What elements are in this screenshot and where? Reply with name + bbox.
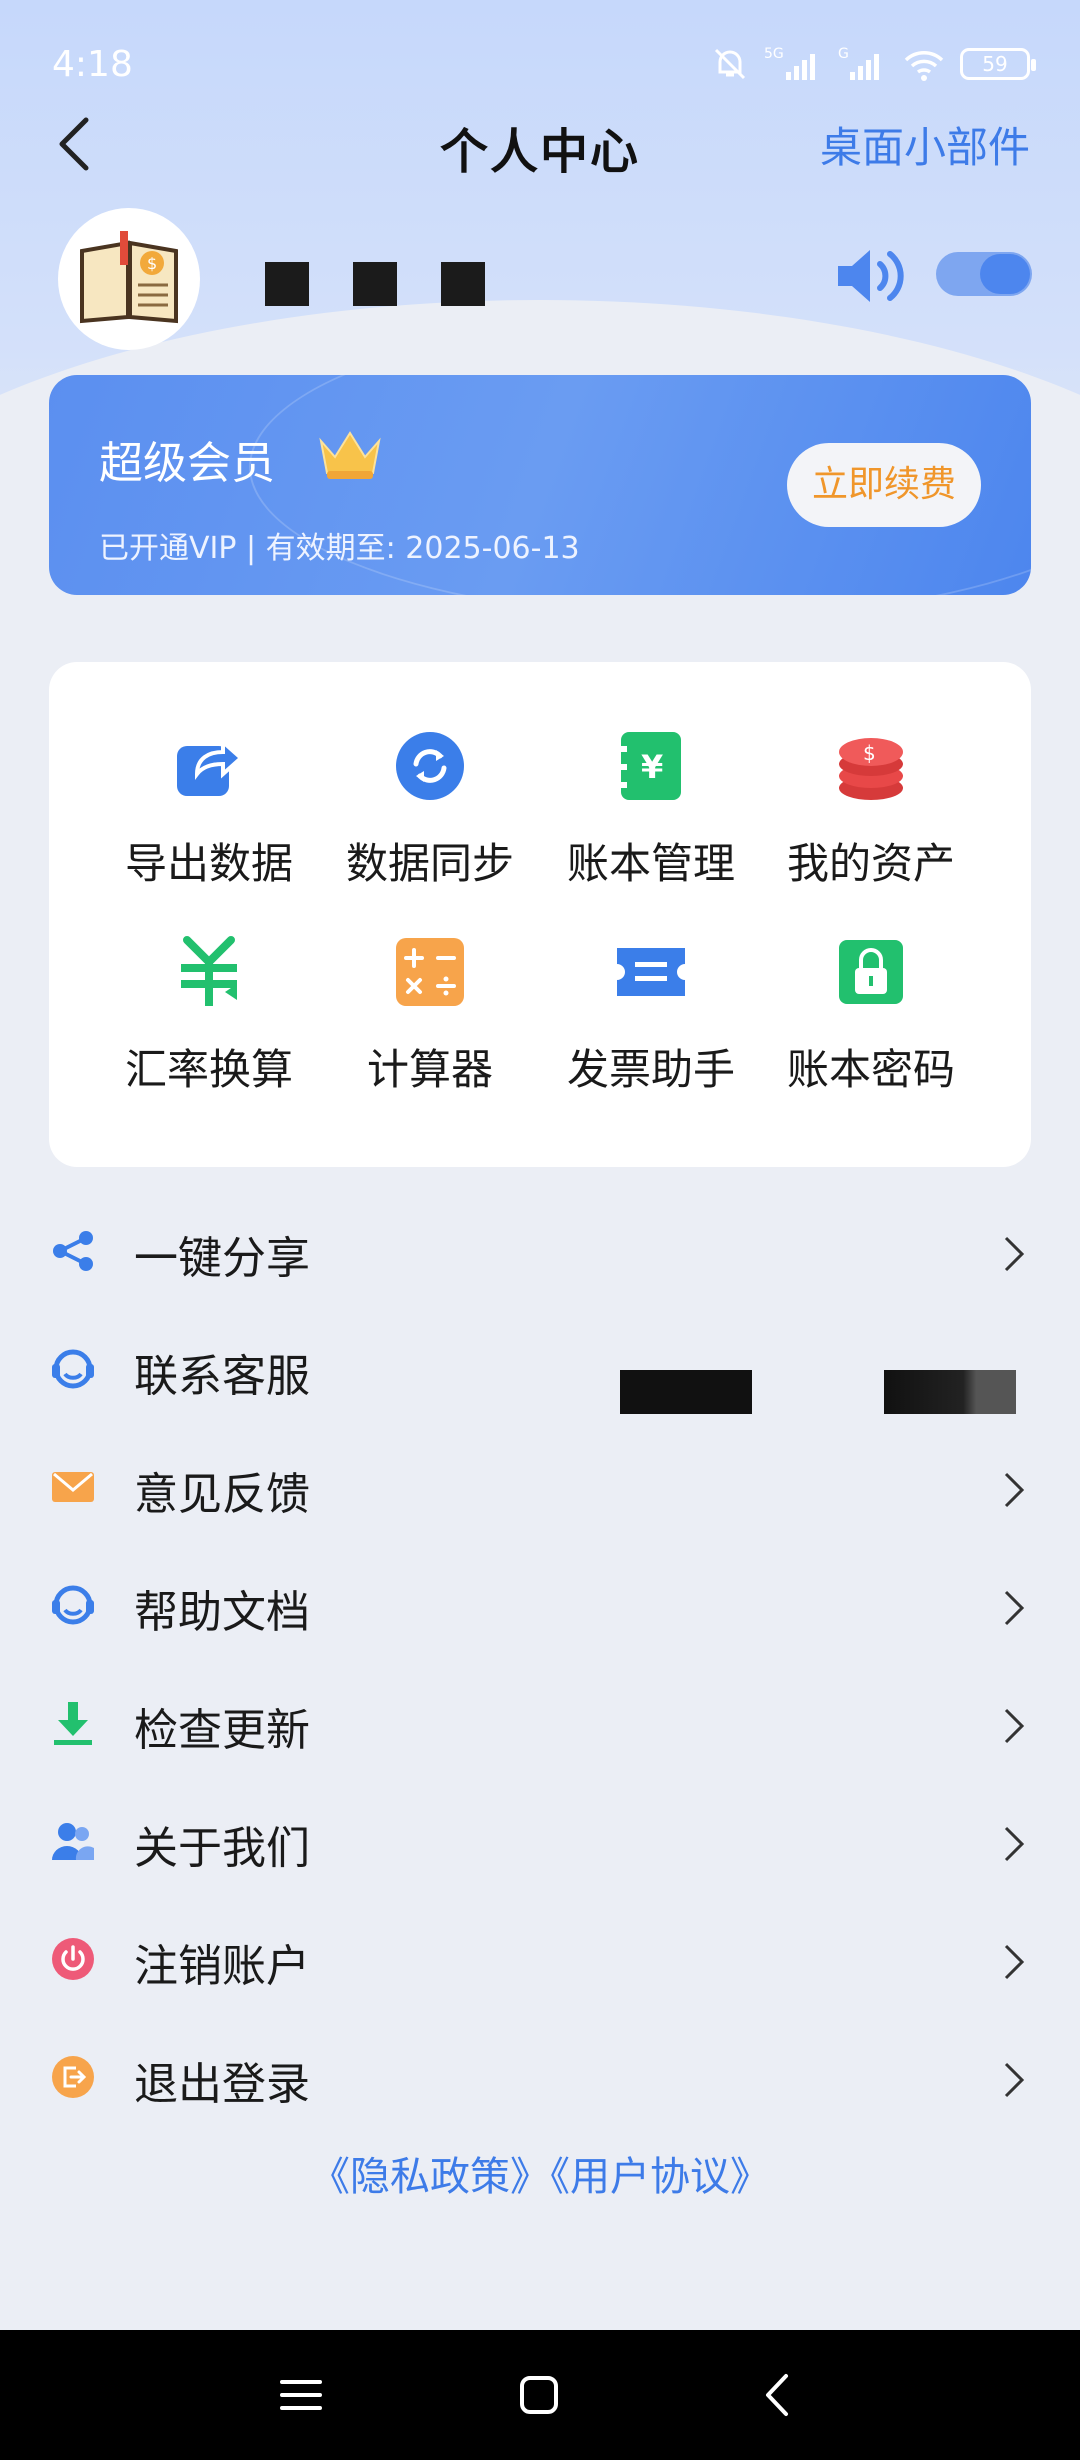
- grid-item-ledger[interactable]: ¥ 账本管理: [531, 730, 771, 891]
- grid-item-export[interactable]: 导出数据: [89, 730, 329, 891]
- share-icon: [50, 1228, 96, 1274]
- coins-icon: $: [835, 730, 907, 802]
- renew-button[interactable]: 立即续费: [787, 443, 981, 527]
- menu-item-about[interactable]: 关于我们: [0, 1790, 1080, 1900]
- download-icon: [50, 1700, 96, 1746]
- mail-icon: [50, 1464, 96, 1510]
- vip-card[interactable]: 超级会员 已开通VIP | 有效期至: 2025-06-13 立即续费: [49, 375, 1031, 595]
- policy-links[interactable]: 《隐私政策》《用户协议》: [0, 2144, 1080, 2202]
- feature-grid: 导出数据 数据同步 ¥ 账本管理 $ 我的资产 汇率换算 计算器 发票助手 账本…: [49, 662, 1031, 1167]
- grid-item-calculator[interactable]: 计算器: [310, 936, 550, 1097]
- lock-icon: [835, 936, 907, 1008]
- grid-label: 数据同步: [345, 839, 514, 888]
- svg-text:¥: ¥: [641, 748, 663, 786]
- grid-item-exchange[interactable]: 汇率换算: [89, 936, 329, 1097]
- menu-label: 一键分享: [134, 1233, 310, 1284]
- menu-item-help[interactable]: 帮助文档: [0, 1554, 1080, 1664]
- menu-label: 帮助文档: [134, 1587, 310, 1638]
- people-icon: [50, 1818, 96, 1864]
- svg-text:$: $: [863, 741, 876, 765]
- battery-icon: 59: [960, 48, 1036, 80]
- desktop-widget-link[interactable]: 桌面小部件: [820, 114, 1030, 175]
- menu-label: 检查更新: [134, 1705, 310, 1756]
- ledger-icon: ¥: [615, 730, 687, 802]
- chevron-right-icon: [1002, 1706, 1026, 1750]
- wifi-icon: [904, 51, 944, 81]
- exchange-rate-icon: [173, 936, 245, 1008]
- grid-item-ledger-password[interactable]: 账本密码: [751, 936, 991, 1097]
- speaker-icon[interactable]: [834, 246, 908, 310]
- chevron-left-icon: [766, 2374, 788, 2416]
- signal-icon: G: [838, 46, 879, 80]
- vip-title: 超级会员: [99, 438, 275, 489]
- logout-icon: [50, 2054, 96, 2100]
- sync-icon: [394, 730, 466, 802]
- grid-item-invoice[interactable]: 发票助手: [531, 936, 771, 1097]
- chevron-right-icon: [1002, 1234, 1026, 1278]
- status-bar: 4:18 5G G 59: [0, 0, 1080, 120]
- redacted-block: [884, 1370, 1016, 1414]
- grid-label: 计算器: [366, 1045, 493, 1094]
- menu-item-customer-service[interactable]: 联系客服: [0, 1318, 1080, 1428]
- chevron-right-icon: [1002, 1588, 1026, 1632]
- chevron-right-icon: [1002, 1942, 1026, 1986]
- hamburger-icon: [280, 2380, 322, 2410]
- invoice-icon: [615, 936, 687, 1008]
- help-icon: [50, 1582, 96, 1628]
- status-time: 4:18: [52, 44, 133, 85]
- mute-bell-icon: [714, 48, 746, 80]
- menu-item-delete-account[interactable]: 注销账户: [0, 1908, 1080, 2018]
- home-square-icon: [520, 2376, 558, 2414]
- menu-item-check-update[interactable]: 检查更新: [0, 1672, 1080, 1782]
- customer-service-icon: [50, 1346, 96, 1392]
- svg-text:5G: 5G: [764, 46, 784, 62]
- chevron-right-icon: [1002, 1470, 1026, 1514]
- username-redacted: [265, 262, 485, 306]
- menu-label: 退出登录: [134, 2059, 310, 2110]
- back-nav-button[interactable]: [752, 2368, 806, 2422]
- grid-item-sync[interactable]: 数据同步: [310, 730, 550, 891]
- ledger-book-icon: $: [80, 231, 178, 324]
- status-icons: 5G G 59: [710, 44, 1036, 84]
- calculator-icon: [394, 936, 466, 1008]
- svg-text:$: $: [147, 254, 157, 273]
- crown-icon: [317, 427, 383, 485]
- home-nav-button[interactable]: [512, 2368, 566, 2422]
- system-nav-bar: [0, 2330, 1080, 2460]
- grid-item-assets[interactable]: $ 我的资产: [751, 730, 991, 891]
- menu-item-share[interactable]: 一键分享: [0, 1200, 1080, 1310]
- menu-nav-button[interactable]: [274, 2368, 328, 2422]
- sound-toggle[interactable]: [936, 252, 1032, 296]
- menu-item-logout[interactable]: 退出登录: [0, 2026, 1080, 2136]
- export-icon: [173, 730, 245, 802]
- power-icon: [50, 1936, 96, 1982]
- menu-item-feedback[interactable]: 意见反馈: [0, 1436, 1080, 1546]
- redacted-block: [620, 1370, 752, 1414]
- avatar[interactable]: $: [58, 208, 200, 350]
- menu-label: 注销账户: [134, 1941, 310, 1992]
- chevron-right-icon: [1002, 1824, 1026, 1868]
- grid-label: 发票助手: [566, 1045, 735, 1094]
- menu-label: 关于我们: [134, 1823, 310, 1874]
- grid-label: 汇率换算: [124, 1045, 293, 1094]
- grid-label: 导出数据: [124, 839, 293, 888]
- signal-5g-icon: 5G: [764, 46, 815, 80]
- vip-expiry: 已开通VIP | 有效期至: 2025-06-13: [99, 531, 580, 566]
- svg-text:G: G: [838, 46, 849, 62]
- menu-label: 意见反馈: [134, 1469, 310, 1520]
- grid-label: 我的资产: [786, 839, 955, 888]
- menu-label: 联系客服: [134, 1351, 310, 1402]
- chevron-right-icon: [1002, 2060, 1026, 2104]
- grid-label: 账本密码: [786, 1045, 955, 1094]
- grid-label: 账本管理: [566, 839, 735, 888]
